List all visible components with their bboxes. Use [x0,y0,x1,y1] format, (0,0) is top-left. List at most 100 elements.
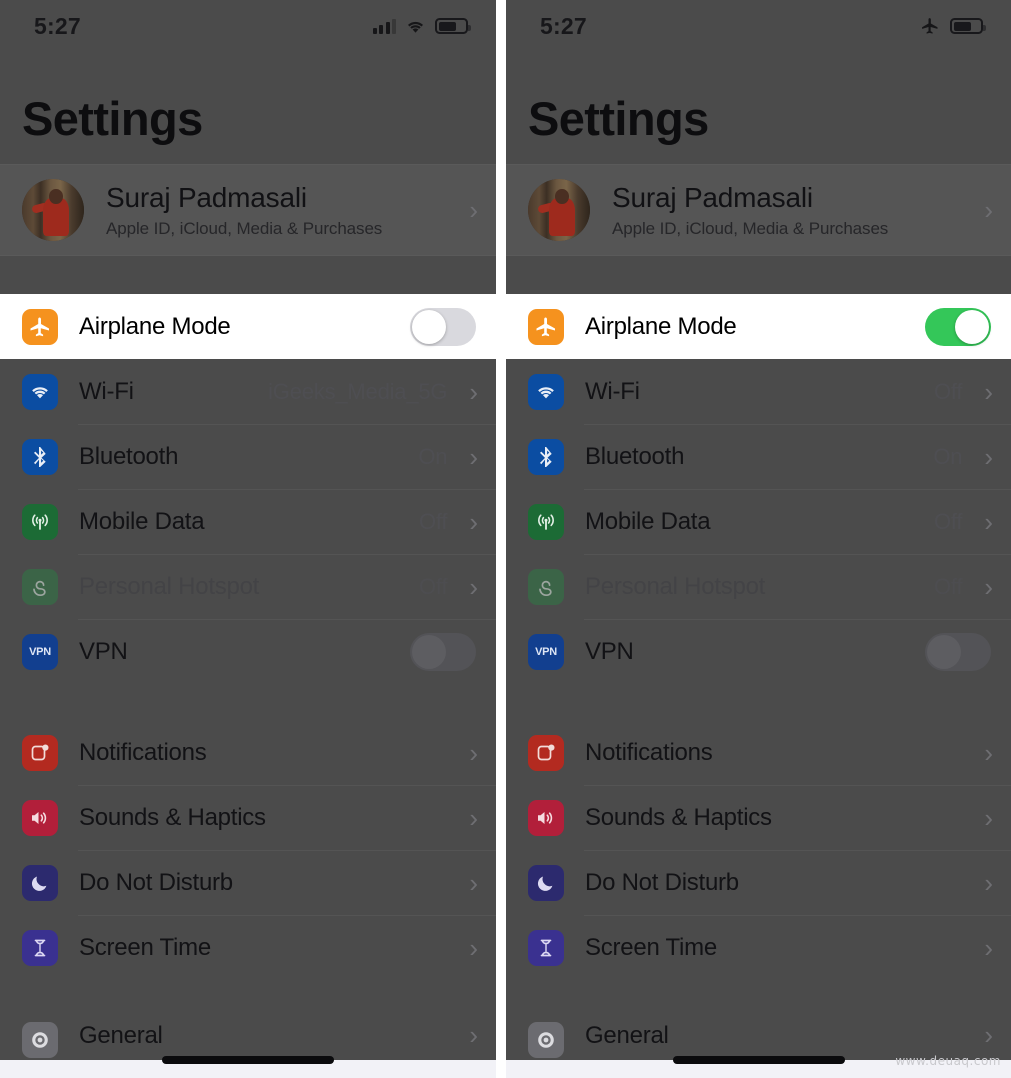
chevron-right-icon: › [984,805,993,831]
row-general[interactable]: General › [0,1014,496,1060]
row-vpn[interactable]: VPN VPN [506,619,1011,684]
avatar [22,179,84,241]
row-notifications[interactable]: Notifications › [0,720,496,785]
apple-id-subtitle: Apple ID, iCloud, Media & Purchases [106,219,459,239]
home-indicator[interactable] [162,1056,334,1064]
row-label: Wi-Fi [585,378,934,406]
chevron-right-icon: › [469,870,478,896]
vpn-toggle[interactable] [925,633,991,671]
row-bluetooth[interactable]: Bluetooth On › [506,424,1011,489]
row-value: Off [419,509,447,535]
section-gap [506,256,1011,294]
section-gap [0,980,496,1014]
chevron-right-icon: › [469,1022,478,1048]
cellular-signal-icon [373,18,397,34]
phone-screen-airplane-off: 5:27 Settings Suraj Pad [0,0,496,1078]
apple-id-row[interactable]: Suraj Padmasali Apple ID, iCloud, Media … [0,164,496,256]
hourglass-icon [528,930,564,966]
avatar [528,179,590,241]
row-vpn[interactable]: VPN VPN [0,619,496,684]
row-label: Do Not Disturb [79,869,459,897]
apple-id-name: Suraj Padmasali [106,181,459,215]
row-do-not-disturb[interactable]: Do Not Disturb › [0,850,496,915]
battery-icon [950,18,983,34]
connectivity-group: Wi-Fi iGeeks_Media_5G › Bluetooth On › [0,359,496,684]
row-sounds-haptics[interactable]: Sounds & Haptics › [506,785,1011,850]
chevron-right-icon: › [984,1022,993,1048]
row-value: Off [934,574,962,600]
mobile-data-icon [22,504,58,540]
row-personal-hotspot[interactable]: Personal Hotspot Off › [506,554,1011,619]
wifi-icon [528,374,564,410]
row-airplane-mode[interactable]: Airplane Mode [0,294,496,359]
row-bluetooth[interactable]: Bluetooth On › [0,424,496,489]
chevron-right-icon: › [984,870,993,896]
home-indicator[interactable] [673,1056,845,1064]
row-label: Notifications [585,739,974,767]
row-value: Off [934,509,962,535]
apple-id-texts: Suraj Padmasali Apple ID, iCloud, Media … [612,181,974,240]
row-do-not-disturb[interactable]: Do Not Disturb › [506,850,1011,915]
row-value: On [418,444,447,470]
wifi-icon [405,18,426,34]
chevron-right-icon: › [469,935,478,961]
row-value: Off [419,574,447,600]
row-label: Do Not Disturb [585,869,974,897]
airplane-mode-toggle[interactable] [925,308,991,346]
moon-icon [528,865,564,901]
airplane-icon [919,16,941,36]
chevron-right-icon: › [984,740,993,766]
battery-icon [435,18,468,34]
row-label: Screen Time [585,934,974,962]
chevron-right-icon: › [984,444,993,470]
page-title: Settings [528,91,709,146]
row-label: Personal Hotspot [79,573,419,601]
status-time: 5:27 [540,13,587,40]
connectivity-group: Wi-Fi Off › Bluetooth On › [506,359,1011,684]
chevron-right-icon: › [984,379,993,405]
row-personal-hotspot[interactable]: Personal Hotspot Off › [0,554,496,619]
section-gap [506,684,1011,720]
airplane-mode-group: Airplane Mode [506,294,1011,359]
status-icons [919,16,983,36]
row-mobile-data[interactable]: Mobile Data Off › [506,489,1011,554]
row-wifi[interactable]: Wi-Fi iGeeks_Media_5G › [0,359,496,424]
chevron-right-icon: › [469,197,478,223]
screenshot-root: 5:27 Settings Suraj Pad [0,0,1011,1078]
hotspot-icon [528,569,564,605]
apple-id-row[interactable]: Suraj Padmasali Apple ID, iCloud, Media … [506,164,1011,256]
chevron-right-icon: › [469,740,478,766]
row-label: General [585,1022,974,1050]
general-group: General › [0,1014,496,1060]
row-airplane-mode[interactable]: Airplane Mode [506,294,1011,359]
airplane-mode-toggle[interactable] [410,308,476,346]
row-sounds-haptics[interactable]: Sounds & Haptics › [0,785,496,850]
row-label: Sounds & Haptics [79,804,459,832]
chevron-right-icon: › [984,197,993,223]
row-label: VPN [585,638,925,666]
apple-id-texts: Suraj Padmasali Apple ID, iCloud, Media … [106,181,459,240]
bluetooth-icon [528,439,564,475]
row-screen-time[interactable]: Screen Time › [506,915,1011,980]
row-notifications[interactable]: Notifications › [506,720,1011,785]
gear-icon [22,1022,58,1058]
row-label: Sounds & Haptics [585,804,974,832]
apple-id-subtitle: Apple ID, iCloud, Media & Purchases [612,219,974,239]
status-time: 5:27 [34,13,81,40]
chevron-right-icon: › [469,509,478,535]
section-gap [0,684,496,720]
wifi-icon [22,374,58,410]
page-title-bar: Settings [506,52,1011,164]
page-title-bar: Settings [0,52,496,164]
vpn-toggle[interactable] [410,633,476,671]
row-screen-time[interactable]: Screen Time › [0,915,496,980]
row-value: iGeeks_Media_5G [268,379,447,405]
phone-screen-airplane-on: 5:27 Settings Suraj Padmasali Apple ID, … [506,0,1011,1078]
row-mobile-data[interactable]: Mobile Data Off › [0,489,496,554]
row-label: Mobile Data [79,508,419,536]
row-wifi[interactable]: Wi-Fi Off › [506,359,1011,424]
row-label: Bluetooth [79,443,418,471]
row-value: On [933,444,962,470]
notifications-group: Notifications › Sounds & Haptics › Do No… [506,720,1011,980]
page-title: Settings [22,91,203,146]
